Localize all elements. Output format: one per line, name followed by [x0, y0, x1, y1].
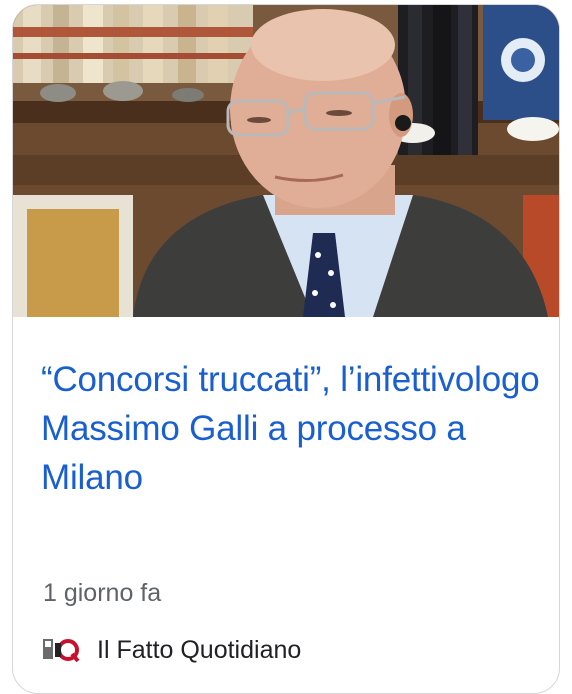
il-fatto-quotidiano-logo-icon — [41, 635, 81, 665]
article-thumbnail[interactable] — [13, 5, 559, 317]
source-name: Il Fatto Quotidiano — [97, 635, 302, 664]
news-photo-icon — [13, 5, 559, 317]
article-headline[interactable]: “Concorsi truccati”, l’infettivologo Mas… — [41, 355, 546, 502]
article-source[interactable]: Il Fatto Quotidiano — [41, 635, 301, 665]
publish-time: 1 giorno fa — [43, 579, 162, 607]
news-card[interactable]: “Concorsi truccati”, l’infettivologo Mas… — [12, 4, 560, 694]
